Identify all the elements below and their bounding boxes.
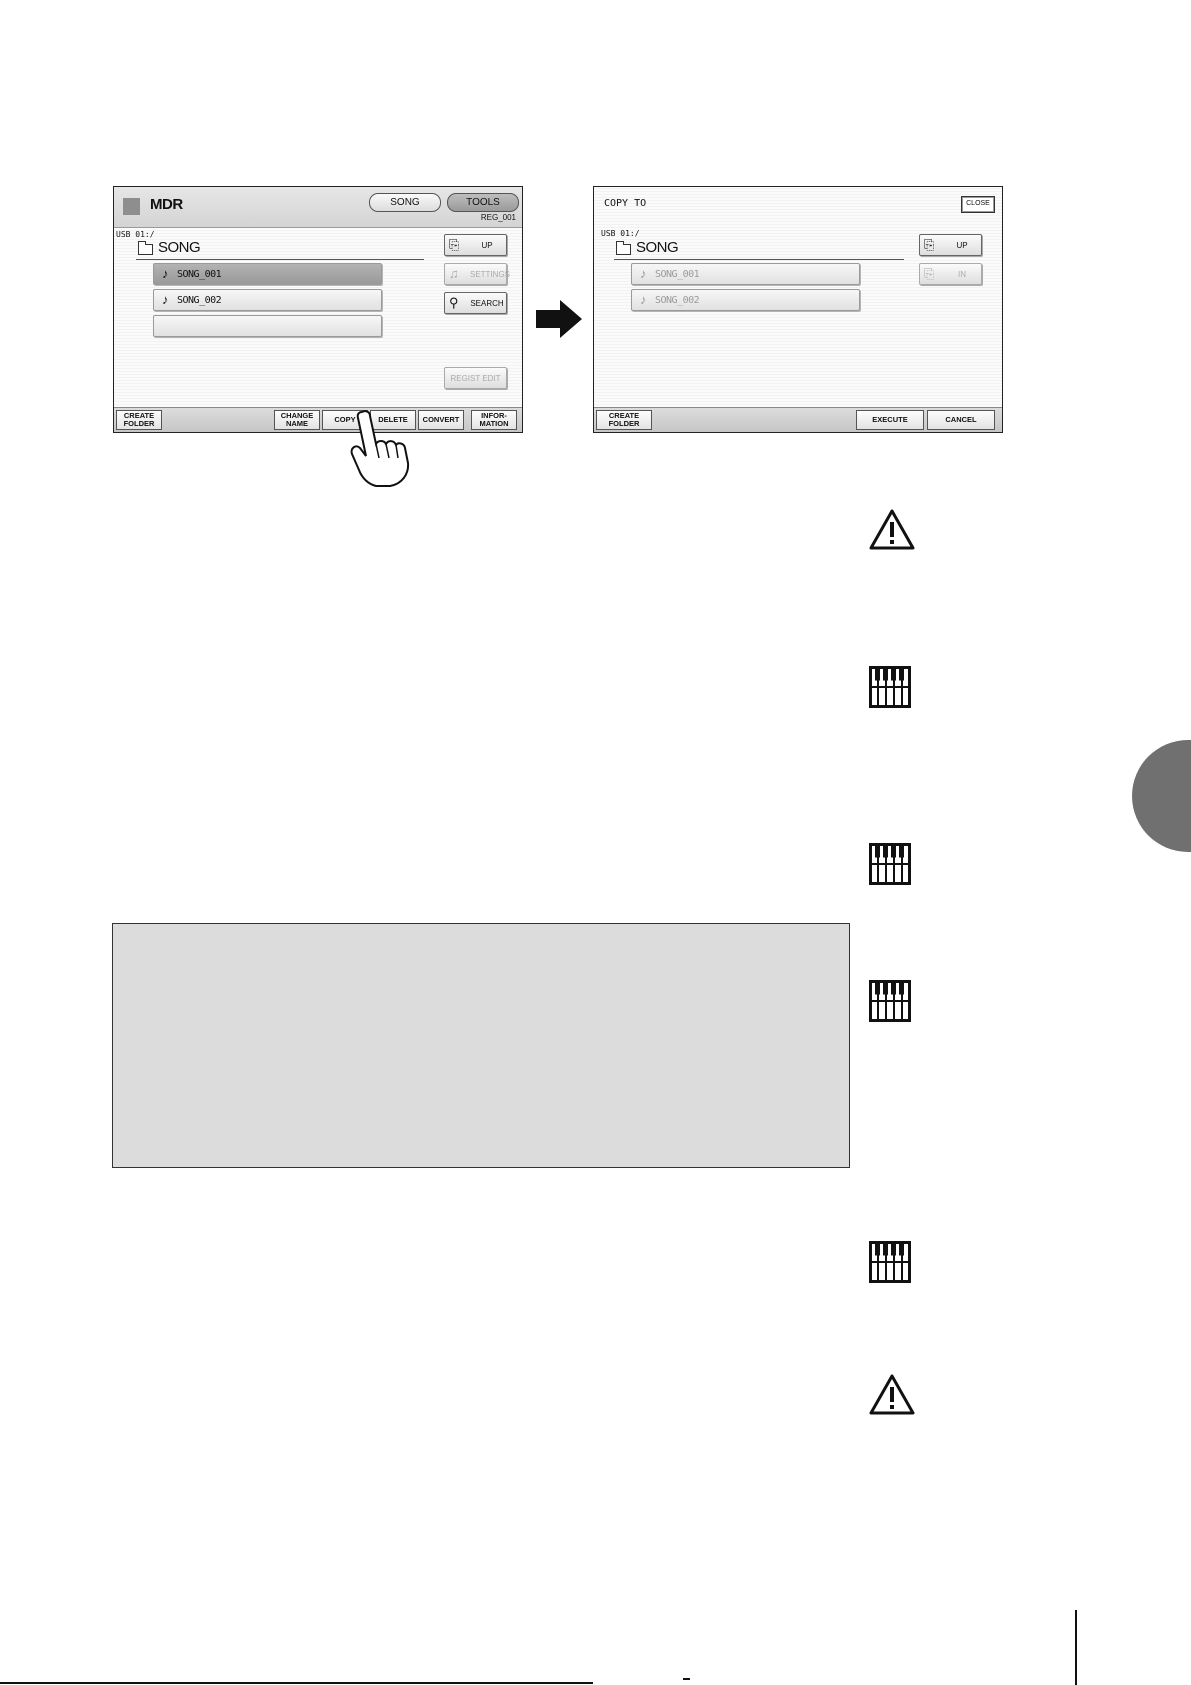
create-folder-button[interactable]: CREATE FOLDER [596,410,652,430]
file-item-song-001[interactable]: ♪ SONG_001 [153,263,382,285]
pointing-hand-icon [350,410,410,487]
right-arrow-icon [536,300,582,338]
page-margin-rule [1075,1610,1077,1685]
regist-edit-button[interactable]: REGIST EDIT [444,367,507,389]
folder-row[interactable]: SONG [614,239,904,260]
reg-label: REG_001 [480,213,516,222]
folder-icon [138,241,153,255]
up-button[interactable]: ⎘ UP [444,234,507,256]
mdr-bottom-bar: CREATE FOLDER CHANGE NAME COPY DELETE CO… [114,407,522,432]
change-name-button[interactable]: CHANGE NAME [274,410,320,430]
folder-up-icon: ⎘ [924,237,935,252]
execute-button[interactable]: EXECUTE [856,410,924,430]
information-button[interactable]: INFOR- MATION [471,410,517,430]
copy-to-bottom-bar: CREATE FOLDER EXECUTE CANCEL [594,407,1002,432]
settings-button-label: SETTINGS [470,270,511,279]
keyboard-icon [869,843,911,885]
cancel-button[interactable]: CANCEL [927,410,995,430]
note-box [112,923,850,1168]
mdr-titlebar: MDR SONG TOOLS REG_001 [114,187,522,228]
music-note-icon: ♪ [162,292,169,307]
footer-mark [683,1678,690,1680]
up-button[interactable]: ⎘ UP [919,234,982,256]
music-note-icon: ♪ [162,266,169,281]
folder-up-icon: ⎘ [449,237,460,252]
convert-button[interactable]: CONVERT [418,410,464,430]
keyboard-icon [869,666,911,708]
caution-triangle-icon [869,1374,915,1415]
chapter-tab [1132,740,1191,852]
file-name: SONG_002 [655,295,700,306]
keyboard-icon [869,1241,911,1283]
folder-name: SONG [636,239,679,256]
mdr-square-icon [123,198,140,215]
search-icon: ⚲ [449,295,459,310]
usb-path: USB 01:/ [116,230,155,239]
copy-to-title: COPY TO [604,198,647,209]
copy-to-screen: COPY TO CLOSE USB 01:/ SONG ♪ SONG_001 ♪… [593,186,1003,433]
music-note-icon: ♪ [640,292,647,307]
footer-rule [0,1682,593,1684]
music-note-icon: ♪ [640,266,647,281]
folder-row[interactable]: SONG [136,239,424,260]
regist-edit-label: REGIST EDIT [450,374,501,383]
file-item-song-001[interactable]: ♪ SONG_001 [631,263,860,285]
tab-song[interactable]: SONG [369,193,441,212]
up-button-label: UP [956,241,968,250]
keyboard-icon [869,980,911,1022]
close-button[interactable]: CLOSE [961,196,995,213]
file-name: SONG_001 [177,269,222,280]
settings-button[interactable]: ♫ SETTINGS [444,263,511,285]
mdr-screen: MDR SONG TOOLS REG_001 USB 01:/ SONG ♪ S… [113,186,523,433]
up-button-label: UP [481,241,493,250]
folder-in-icon: ⎘ [924,266,935,281]
caution-triangle-icon [869,509,915,550]
file-item-song-002[interactable]: ♪ SONG_002 [631,289,860,311]
search-button-label: SEARCH [470,299,504,308]
folder-icon [616,241,631,255]
file-name: SONG_001 [655,269,700,280]
mdr-title: MDR [150,196,183,213]
file-item-empty[interactable] [153,315,382,337]
file-name: SONG_002 [177,295,222,306]
search-button[interactable]: ⚲ SEARCH [444,292,507,314]
in-button-label: IN [958,270,966,279]
folder-name: SONG [158,239,201,256]
in-button[interactable]: ⎘ IN [919,263,982,285]
tab-tools[interactable]: TOOLS [447,193,519,212]
create-folder-button[interactable]: CREATE FOLDER [116,410,162,430]
file-item-song-002[interactable]: ♪ SONG_002 [153,289,382,311]
usb-path: USB 01:/ [601,229,640,238]
music-settings-icon: ♫ [449,266,459,281]
